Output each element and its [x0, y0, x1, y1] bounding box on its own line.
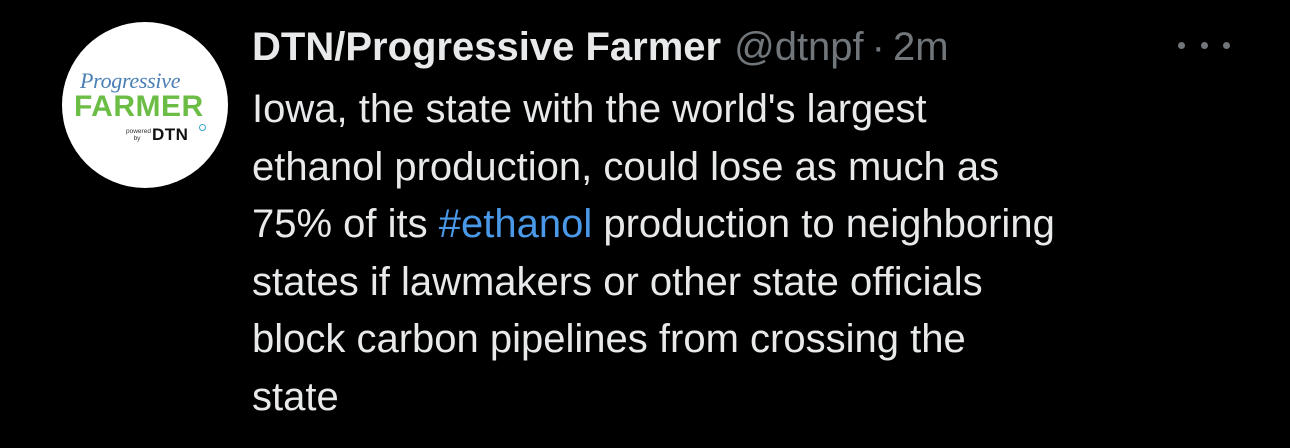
progressive-farmer-logo: Progressive FARMER powered by DTN — [62, 22, 228, 188]
more-dot — [1223, 41, 1230, 49]
tweet-text-segment: 75% of its — [252, 202, 439, 246]
tweet-text: Iowa, the state with the world's largest… — [252, 81, 1262, 426]
tweet-text-line: block carbon pipelines from crossing the — [252, 317, 966, 361]
tweet[interactable]: Progressive FARMER powered by DTN DTN/Pr… — [0, 0, 1290, 448]
tweet-header: DTN/Progressive Farmer @dtnpf · 2m — [252, 22, 949, 72]
tweet-text-line: 75% of its #ethanol production to neighb… — [252, 196, 1262, 254]
logo-dtn-dot-icon — [199, 124, 206, 131]
logo-progressive-text: Progressive — [80, 68, 181, 93]
tweet-text-segment: production to neighboring — [592, 202, 1055, 246]
more-dot — [1200, 41, 1208, 49]
display-name[interactable]: DTN/Progressive Farmer — [252, 25, 721, 70]
tweet-text-line: ethanol production, could lose as much a… — [252, 144, 1000, 189]
logo-powered-by-text: powered by — [126, 128, 151, 142]
logo-dtn-text: DTN — [152, 125, 189, 144]
hashtag-link[interactable]: #ethanol — [439, 202, 592, 246]
tweet-text-line: Iowa, the state with the world's largest — [252, 87, 927, 131]
more-horizontal-icon[interactable] — [1178, 33, 1230, 57]
avatar[interactable]: Progressive FARMER powered by DTN — [62, 22, 228, 188]
tweet-text-line: states if lawmakers or other state offic… — [252, 259, 983, 304]
tweet-text-line: state — [252, 374, 339, 419]
header-separator: · — [871, 24, 885, 69]
more-dot — [1178, 41, 1185, 49]
timestamp[interactable]: 2m — [893, 25, 949, 70]
logo-farmer-text: FARMER — [74, 90, 204, 123]
user-handle[interactable]: @dtnpf — [734, 25, 864, 70]
